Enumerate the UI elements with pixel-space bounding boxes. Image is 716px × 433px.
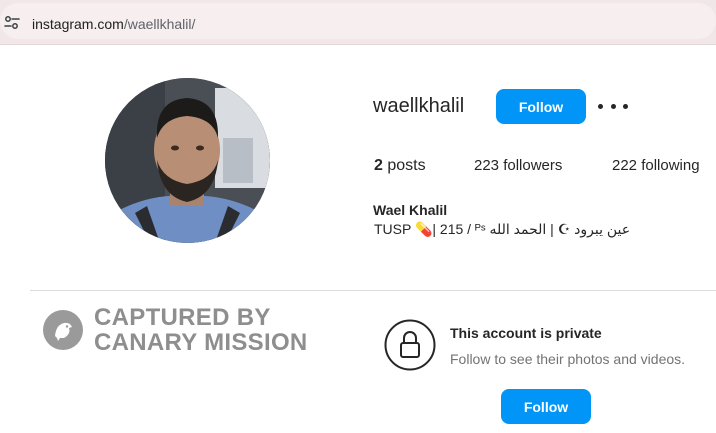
follow-button[interactable]: Follow xyxy=(496,89,586,124)
url-path: /waellkhalil/ xyxy=(123,16,196,32)
private-account-title: This account is private xyxy=(450,325,602,341)
lock-icon xyxy=(384,319,436,371)
more-options-icon[interactable] xyxy=(598,96,628,116)
site-info-icon[interactable] xyxy=(2,13,22,33)
profile-username: waellkhalil xyxy=(373,95,465,117)
watermark-line2: CANARY MISSION xyxy=(94,329,308,356)
canary-mission-watermark: CAPTURED BY CANARY MISSION xyxy=(42,305,322,355)
browser-address-bar: instagram.com/waellkhalil/ xyxy=(0,0,716,45)
watermark-text: CAPTURED BY CANARY MISSION xyxy=(94,305,308,355)
profile-full-name: Wael Khalil xyxy=(373,202,448,218)
profile-bio: TUSP 💊| 215 / ᴾˢ عين يبرود ☪︎ | الحمد ال… xyxy=(374,221,631,237)
url-field[interactable]: instagram.com/waellkhalil/ xyxy=(0,3,716,39)
url-text: instagram.com/waellkhalil/ xyxy=(32,16,195,32)
profile-avatar[interactable] xyxy=(105,78,270,243)
dot xyxy=(610,103,616,109)
posts-label: posts xyxy=(387,157,426,174)
follow-button-private[interactable]: Follow xyxy=(501,389,591,424)
following-link[interactable]: 222 following xyxy=(612,157,700,174)
followers-link[interactable]: 223 followers xyxy=(474,157,562,174)
watermark-line1: CAPTURED BY xyxy=(94,304,271,331)
posts-count: 2 posts xyxy=(374,157,426,175)
dot xyxy=(598,103,603,109)
url-host: instagram.com xyxy=(32,16,124,32)
section-divider xyxy=(30,290,716,291)
posts-number: 2 xyxy=(374,157,383,174)
private-account-subtitle: Follow to see their photos and videos. xyxy=(450,351,686,367)
dot xyxy=(623,103,628,109)
canary-bird-icon xyxy=(42,309,84,356)
